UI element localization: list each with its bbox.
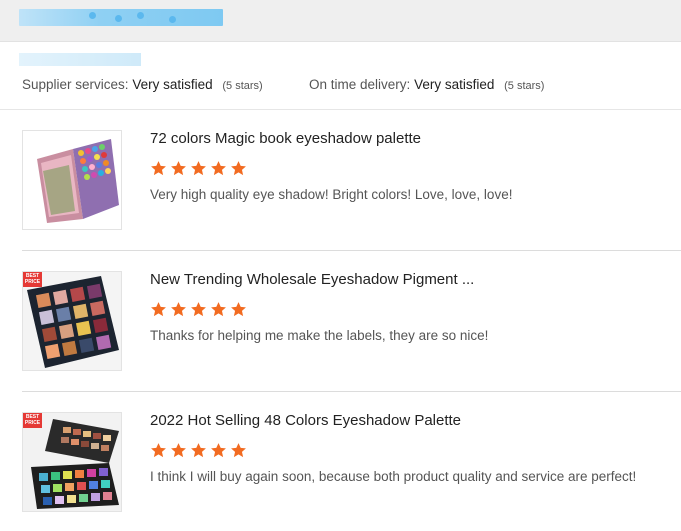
- review-star-rating: [150, 160, 247, 177]
- star-icon: [171, 161, 186, 176]
- review-star-rating: [150, 301, 247, 318]
- supplier-services-rating: Supplier services: Very satisfied (5 sta…: [22, 77, 263, 92]
- review-product-title[interactable]: 2022 Hot Selling 48 Colors Eyeshadow Pal…: [150, 412, 461, 429]
- on-time-delivery-rating: On time delivery: Very satisfied (5 star…: [309, 77, 544, 92]
- review-product-title[interactable]: New Trending Wholesale Eyeshadow Pigment…: [150, 271, 474, 288]
- star-icon: [151, 161, 166, 176]
- review-item: BEST PRICE New Trending Wholesale Eyesha…: [22, 271, 681, 371]
- star-icon: [191, 302, 206, 317]
- star-icon: [151, 302, 166, 317]
- best-price-badge: BEST PRICE: [23, 413, 42, 428]
- section-divider: [0, 109, 681, 110]
- star-icon: [231, 443, 246, 458]
- review-star-rating: [150, 442, 247, 459]
- on-time-delivery-value: Very satisfied: [414, 77, 495, 92]
- star-icon: [171, 443, 186, 458]
- review-item: 72 colors Magic book eyeshadow palette V…: [22, 130, 681, 230]
- blurred-subtitle: [19, 53, 141, 66]
- product-thumbnail[interactable]: [22, 130, 122, 230]
- on-time-delivery-label: On time delivery:: [309, 77, 411, 92]
- review-text: Very high quality eye shadow! Bright col…: [150, 187, 513, 202]
- review-text: Thanks for helping me make the labels, t…: [150, 328, 489, 343]
- header-bar: [0, 0, 681, 42]
- star-icon: [211, 161, 226, 176]
- star-icon: [231, 161, 246, 176]
- star-icon: [211, 443, 226, 458]
- supplier-services-stars: (5 stars): [222, 80, 263, 92]
- star-icon: [191, 443, 206, 458]
- product-thumbnail[interactable]: BEST PRICE: [22, 412, 122, 512]
- supplier-services-label: Supplier services:: [22, 77, 129, 92]
- star-icon: [191, 161, 206, 176]
- on-time-delivery-stars: (5 stars): [504, 80, 545, 92]
- review-divider: [22, 391, 681, 392]
- eyeshadow-book-image: [23, 131, 121, 229]
- star-icon: [211, 302, 226, 317]
- star-icon: [171, 302, 186, 317]
- star-icon: [231, 302, 246, 317]
- review-product-title[interactable]: 72 colors Magic book eyeshadow palette: [150, 130, 421, 147]
- star-icon: [151, 443, 166, 458]
- product-thumbnail[interactable]: BEST PRICE: [22, 271, 122, 371]
- review-divider: [22, 250, 681, 251]
- blurred-store-name: [19, 9, 223, 26]
- supplier-services-value: Very satisfied: [132, 77, 213, 92]
- review-item: BEST PRICE 2022 Hot Selling 48 Colors Ey…: [22, 412, 681, 512]
- review-text: I think I will buy again soon, because b…: [150, 469, 637, 484]
- best-price-badge: BEST PRICE: [23, 272, 42, 287]
